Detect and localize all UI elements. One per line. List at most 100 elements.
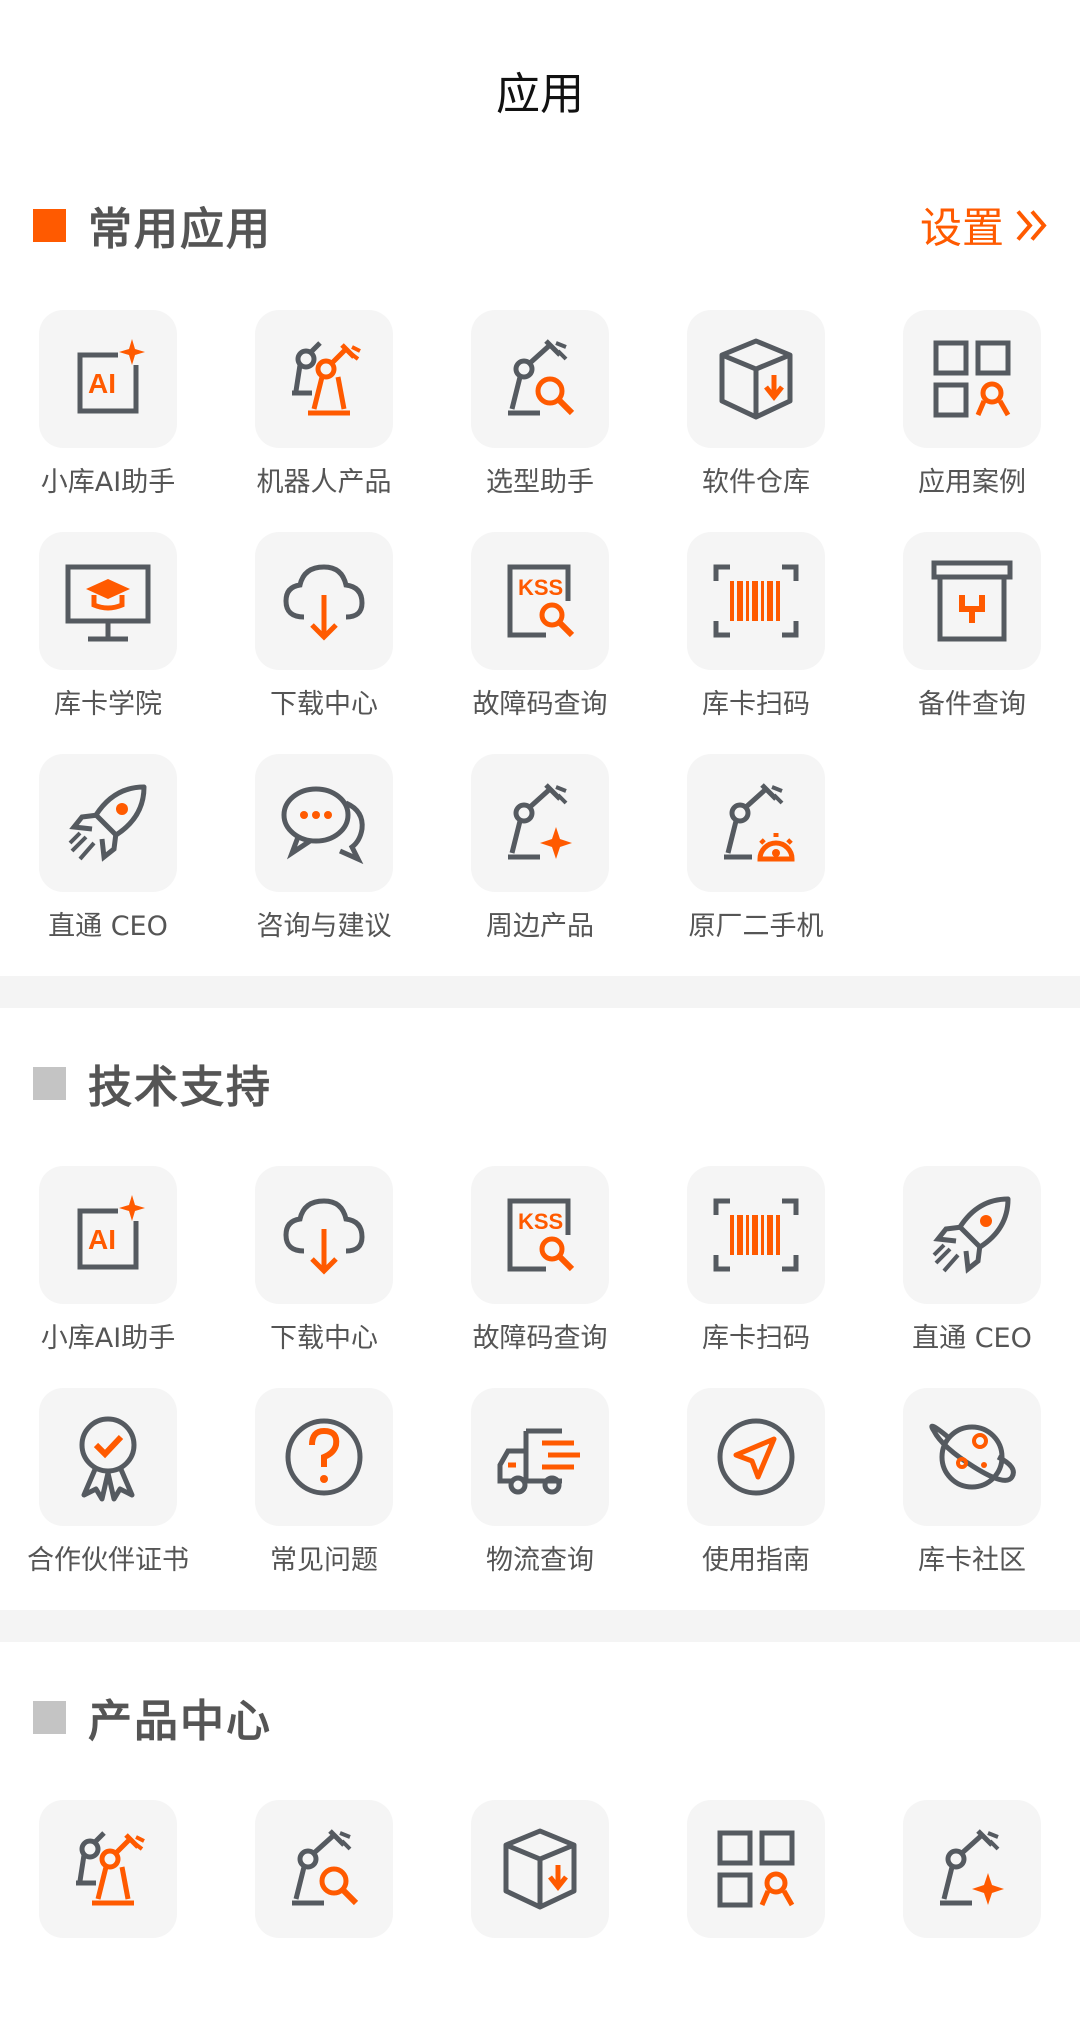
robot-star-icon xyxy=(903,1800,1041,1938)
app-label: 物流查询 xyxy=(486,1545,594,1576)
planet-community-icon xyxy=(903,1388,1041,1526)
app-tile[interactable]: KSS 故障码查询 xyxy=(432,1166,648,1388)
kss-search-icon: KSS xyxy=(471,532,609,670)
app-grid: AI 小库AI助手 机器人产品 选型助手 软件仓库 应用案例库卡学院 下载中心 KSS 故障码查… xyxy=(0,310,1080,976)
section-title: 产品中心 xyxy=(88,1696,272,1747)
section-marker xyxy=(33,208,66,242)
app-tile[interactable]: 直通 CEO xyxy=(864,1166,1080,1388)
robot-search-icon xyxy=(255,1800,393,1938)
app-tile[interactable]: AI 小库AI助手 xyxy=(0,1166,216,1388)
app-tile[interactable]: 选型助手 xyxy=(432,310,648,532)
app-tile[interactable]: 周边产品 xyxy=(432,754,648,976)
svg-text:KSS: KSS xyxy=(518,575,563,600)
app-tile[interactable]: 下载中心 xyxy=(216,1166,432,1388)
app-tile[interactable]: 常见问题 xyxy=(216,1388,432,1610)
app-tile[interactable]: 机器人产品 xyxy=(216,310,432,532)
grid-award-icon xyxy=(687,1800,825,1938)
ai-assistant-icon: AI xyxy=(39,310,177,448)
section-common-apps: 常用应用 设置 AI 小库AI助手 机器人产品 选型助手 软件仓库 应用案例库卡学院 下载中… xyxy=(0,180,1080,976)
app-tile[interactable]: 下载中心 xyxy=(216,532,432,754)
app-header: 应用 xyxy=(0,0,1080,180)
cloud-download-icon xyxy=(255,532,393,670)
app-grid: AI 小库AI助手 下载中心 KSS 故障码查询 库卡扫码 直通 CEO 合作伙伴证书 常见问题… xyxy=(0,1166,1080,1610)
app-tile[interactable]: AI 小库AI助手 xyxy=(0,310,216,532)
app-tile[interactable]: 库卡扫码 xyxy=(648,1166,864,1388)
app-tile[interactable]: 库卡社区 xyxy=(864,1388,1080,1610)
settings-link[interactable]: 设置 xyxy=(920,195,1052,256)
app-label: 库卡学院 xyxy=(54,689,162,720)
app-label: 下载中心 xyxy=(270,1323,378,1354)
app-tile[interactable]: 物流查询 xyxy=(432,1388,648,1610)
spare-parts-box-icon xyxy=(903,532,1041,670)
app-tile[interactable]: 软件仓库 xyxy=(648,310,864,532)
app-label: 直通 CEO xyxy=(912,1323,1032,1354)
app-tile[interactable]: 使用指南 xyxy=(648,1388,864,1610)
app-label: 机器人产品 xyxy=(256,467,392,498)
app-label: 常见问题 xyxy=(270,1545,378,1576)
section-divider xyxy=(0,1610,1080,1642)
robot-gear-icon xyxy=(687,754,825,892)
rocket-icon xyxy=(39,754,177,892)
app-tile[interactable]: 直通 CEO xyxy=(0,754,216,976)
svg-text:AI: AI xyxy=(88,368,116,399)
app-label: 库卡社区 xyxy=(918,1545,1026,1576)
robot-arm-icon xyxy=(255,310,393,448)
app-tile[interactable]: 库卡学院 xyxy=(0,532,216,754)
compass-guide-icon xyxy=(687,1388,825,1526)
app-label: 咨询与建议 xyxy=(256,911,392,942)
app-label: 故障码查询 xyxy=(472,689,608,720)
app-label: 备件查询 xyxy=(918,689,1026,720)
app-label: 原厂二手机 xyxy=(688,911,824,942)
app-label: 故障码查询 xyxy=(472,1323,608,1354)
academy-board-icon xyxy=(39,532,177,670)
app-label: 选型助手 xyxy=(486,467,594,498)
section-title: 常用应用 xyxy=(88,204,272,255)
app-label: 合作伙伴证书 xyxy=(27,1545,189,1576)
ai-assistant-icon: AI xyxy=(39,1166,177,1304)
settings-label: 设置 xyxy=(919,203,1004,253)
app-tile[interactable] xyxy=(648,1800,864,2022)
cloud-download-icon xyxy=(255,1166,393,1304)
section-header: 技术支持 xyxy=(0,1038,1080,1128)
barcode-scan-icon xyxy=(687,532,825,670)
svg-text:AI: AI xyxy=(88,1224,116,1255)
robot-star-icon xyxy=(471,754,609,892)
chat-bubbles-icon xyxy=(255,754,393,892)
app-tile[interactable] xyxy=(216,1800,432,2022)
app-tile[interactable]: 咨询与建议 xyxy=(216,754,432,976)
section-tech-support: 技术支持 AI 小库AI助手 下载中心 KSS 故障码查询 库卡扫码 直通 CEO 合作伙伴证… xyxy=(0,1008,1080,1610)
robot-arm-icon xyxy=(39,1800,177,1938)
section-product-center: 产品中心 xyxy=(0,1642,1080,2022)
app-label: 直通 CEO xyxy=(48,911,168,942)
delivery-truck-icon xyxy=(471,1388,609,1526)
double-chevron-right-icon xyxy=(1016,209,1047,241)
app-tile[interactable]: 备件查询 xyxy=(864,532,1080,754)
robot-search-icon xyxy=(471,310,609,448)
app-label: 使用指南 xyxy=(702,1545,810,1576)
app-label: 应用案例 xyxy=(918,467,1026,498)
app-label: 周边产品 xyxy=(486,911,594,942)
app-label: 下载中心 xyxy=(270,689,378,720)
app-tile[interactable]: 库卡扫码 xyxy=(648,532,864,754)
grid-award-icon xyxy=(903,310,1041,448)
page-title: 应用 xyxy=(496,69,584,120)
package-download-icon xyxy=(471,1800,609,1938)
app-label: 软件仓库 xyxy=(702,467,810,498)
section-title: 技术支持 xyxy=(88,1062,272,1113)
section-marker xyxy=(33,1066,66,1100)
app-tile[interactable] xyxy=(864,1800,1080,2022)
package-download-icon xyxy=(687,310,825,448)
app-grid xyxy=(0,1800,1080,2022)
question-circle-icon xyxy=(255,1388,393,1526)
kss-search-icon: KSS xyxy=(471,1166,609,1304)
rocket-icon xyxy=(903,1166,1041,1304)
app-label: 库卡扫码 xyxy=(702,689,810,720)
app-tile[interactable] xyxy=(432,1800,648,2022)
app-tile[interactable]: KSS 故障码查询 xyxy=(432,532,648,754)
svg-text:KSS: KSS xyxy=(518,1209,563,1234)
app-tile[interactable]: 合作伙伴证书 xyxy=(0,1388,216,1610)
section-header: 产品中心 xyxy=(0,1672,1080,1762)
app-tile[interactable]: 应用案例 xyxy=(864,310,1080,532)
app-tile[interactable] xyxy=(0,1800,216,2022)
app-tile[interactable]: 原厂二手机 xyxy=(648,754,864,976)
